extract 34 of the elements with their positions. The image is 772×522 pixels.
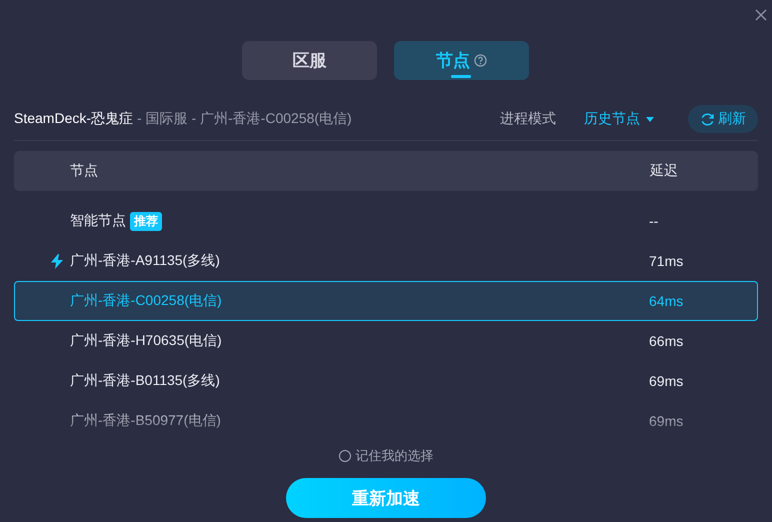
caret-icon bbox=[646, 116, 654, 122]
mode-label[interactable]: 进程模式 bbox=[500, 110, 556, 128]
node-row[interactable]: 广州-香港-B50977(电信) 69ms bbox=[14, 401, 758, 437]
route-path: - 国际服 - 广州-香港-C00258(电信) bbox=[137, 110, 352, 128]
node-name: 广州-香港-H70635(电信) bbox=[70, 332, 222, 350]
node-row[interactable]: 智能节点 推荐 -- bbox=[14, 201, 758, 241]
node-name: 广州-香港-C00258(电信) bbox=[70, 292, 222, 310]
remember-radio[interactable] bbox=[338, 450, 350, 462]
column-header: 节点 bbox=[69, 162, 99, 180]
tab[interactable]: 节点 bbox=[394, 41, 529, 80]
refresh-icon bbox=[700, 112, 715, 126]
game-title: SteamDeck-恐鬼症 bbox=[14, 110, 134, 128]
node-row[interactable]: 广州-香港-B01135(多线) 69ms bbox=[14, 361, 758, 401]
tab[interactable]: 区服 bbox=[242, 41, 377, 80]
remember-label[interactable]: 记住我的选择 bbox=[356, 447, 434, 465]
node-name: 广州-香港-A91135(多线) bbox=[70, 252, 220, 270]
node-name: 广州-香港-B01135(多线) bbox=[70, 372, 220, 390]
node-row[interactable]: 广州-香港-A91135(多线) 71ms bbox=[14, 241, 758, 281]
refresh-button[interactable]: 刷新 bbox=[688, 105, 758, 133]
latency: 71ms bbox=[649, 253, 684, 269]
close-icon[interactable] bbox=[754, 8, 768, 22]
node-name: 智能节点 bbox=[70, 212, 126, 230]
help-icon[interactable] bbox=[474, 54, 487, 67]
latency: -- bbox=[649, 213, 660, 229]
node-row[interactable]: 广州-香港-C00258(电信) 64ms bbox=[14, 281, 758, 321]
latency: 69ms bbox=[649, 413, 684, 429]
node-row[interactable]: 广州-香港-H70635(电信) 66ms bbox=[14, 321, 758, 361]
history-dropdown[interactable]: 历史节点 bbox=[584, 110, 654, 128]
node-name: 广州-香港-B50977(电信) bbox=[70, 412, 221, 430]
latency: 66ms bbox=[649, 333, 684, 349]
latency: 69ms bbox=[649, 373, 684, 389]
column-header: 延迟 bbox=[650, 162, 679, 180]
recommended-badge: 推荐 bbox=[130, 212, 162, 230]
latency: 64ms bbox=[649, 293, 684, 309]
